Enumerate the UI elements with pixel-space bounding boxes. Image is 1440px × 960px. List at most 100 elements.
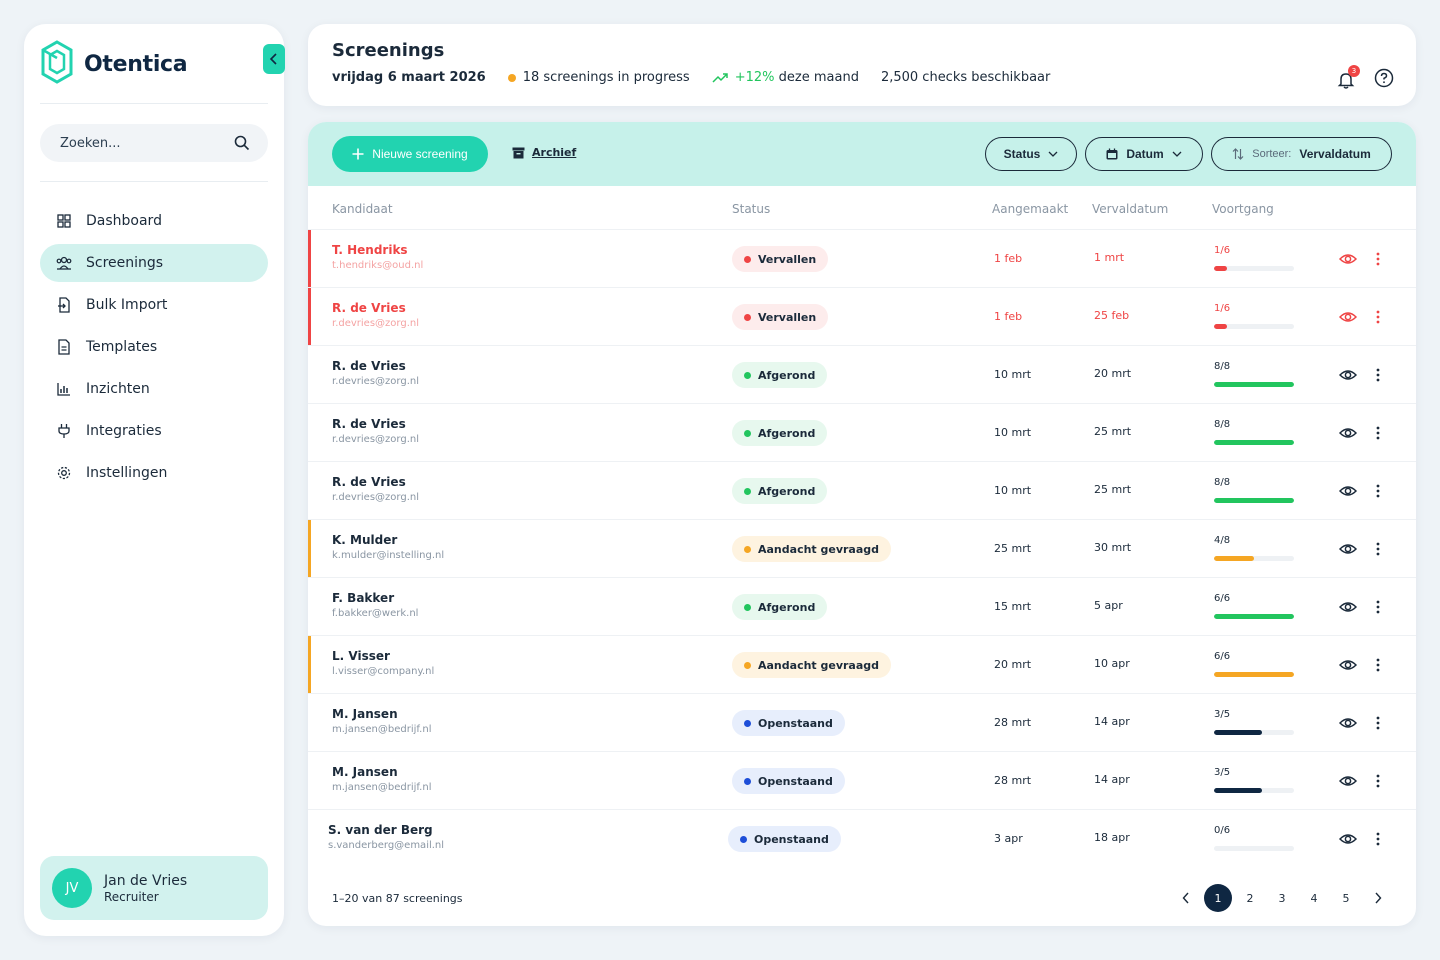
sidebar-item-dashboard[interactable]: Dashboard <box>40 202 268 240</box>
status-badge: Openstaand <box>732 710 845 736</box>
candidate-email: r.devries@zorg.nl <box>332 376 419 387</box>
help-button[interactable] <box>1374 68 1394 92</box>
table-row[interactable]: K. Mulder k.mulder@instelling.nl Aandacht … <box>308 519 1416 578</box>
candidate-name[interactable]: L. Visser <box>332 649 390 663</box>
progress-bar-fill <box>1214 266 1228 271</box>
progress-bar-fill <box>1214 440 1294 445</box>
page-button-4[interactable]: 4 <box>1300 884 1328 912</box>
candidate-name[interactable]: K. Mulder <box>332 533 397 547</box>
candidate-name[interactable]: F. Bakker <box>332 591 394 605</box>
page-button-2[interactable]: 2 <box>1236 884 1264 912</box>
sort-button[interactable]: Sorteer: Vervaldatum <box>1211 137 1392 171</box>
progress-bar <box>1214 440 1294 445</box>
more-actions-button[interactable] <box>1370 773 1386 789</box>
candidate-name[interactable]: S. van der Berg <box>328 823 433 837</box>
progress-bar <box>1214 498 1294 503</box>
sidebar-item-integraties[interactable]: Integraties <box>40 412 268 450</box>
user-profile-card[interactable]: JV Jan de Vries Recruiter <box>40 856 268 920</box>
more-actions-button[interactable] <box>1370 251 1386 267</box>
status-label: Vervallen <box>758 252 817 266</box>
more-actions-button[interactable] <box>1370 599 1386 615</box>
column-header-status[interactable]: Status <box>732 202 770 216</box>
more-actions-button[interactable] <box>1370 367 1386 383</box>
created-date: 20 mrt <box>994 658 1032 671</box>
due-date: 25 mrt <box>1094 425 1132 438</box>
eye-icon <box>1338 310 1358 329</box>
table-row[interactable]: T. Hendriks t.hendriks@oud.nl Vervallen 1 f… <box>308 229 1416 288</box>
more-actions-button[interactable] <box>1370 831 1386 847</box>
status-dot <box>740 835 747 843</box>
notifications-button[interactable]: 3 <box>1336 65 1360 90</box>
sidebar-item-inzichten[interactable]: Inzichten <box>40 370 268 408</box>
sidebar-item-instellingen[interactable]: Instellingen <box>40 454 268 492</box>
view-button[interactable] <box>1338 599 1358 615</box>
more-vertical-icon <box>1370 484 1386 503</box>
column-header-created[interactable]: Aangemaakt <box>992 202 1068 216</box>
in-progress-text: 18 screenings in progress <box>522 70 690 85</box>
more-actions-button[interactable] <box>1370 309 1386 325</box>
page-button-5[interactable]: 5 <box>1332 884 1360 912</box>
column-header-candidate[interactable]: Kandidaat <box>332 202 393 216</box>
page-button-1[interactable]: 1 <box>1204 884 1232 912</box>
table-row[interactable]: S. van der Berg s.vanderberg@email.nl Open… <box>308 809 1416 867</box>
more-actions-button[interactable] <box>1370 425 1386 441</box>
collapse-sidebar-button[interactable] <box>263 44 285 74</box>
previous-page-button[interactable] <box>1172 884 1200 912</box>
sidebar-item-templates[interactable]: Templates <box>40 328 268 366</box>
calendar-icon <box>1106 148 1118 160</box>
table-row[interactable]: M. Jansen m.jansen@bedrijf.nl Openstaand 28… <box>308 751 1416 809</box>
more-actions-button[interactable] <box>1370 715 1386 731</box>
view-button[interactable] <box>1338 425 1358 441</box>
column-header-progress[interactable]: Voortgang <box>1212 202 1274 216</box>
search-icon[interactable] <box>234 135 250 151</box>
view-button[interactable] <box>1338 483 1358 499</box>
view-button[interactable] <box>1338 715 1358 731</box>
progress-bar <box>1214 846 1294 851</box>
view-button[interactable] <box>1338 657 1358 673</box>
row-status-accent <box>308 520 311 578</box>
progress-text: 8/8 <box>1214 477 1231 488</box>
sidebar-item-bulk-import[interactable]: Bulk Import <box>40 286 268 324</box>
next-page-button[interactable] <box>1364 884 1392 912</box>
view-button[interactable] <box>1338 367 1358 383</box>
date-filter-button[interactable]: Datum <box>1085 137 1203 171</box>
candidate-name[interactable]: R. de Vries <box>332 359 406 373</box>
candidate-name[interactable]: M. Jansen <box>332 765 398 779</box>
view-button[interactable] <box>1338 251 1358 267</box>
page-button-3[interactable]: 3 <box>1268 884 1296 912</box>
table-row[interactable]: R. de Vries r.devries@zorg.nl Afgerond 10 m… <box>308 403 1416 461</box>
sidebar-item-screenings[interactable]: Screenings <box>40 244 268 282</box>
header-meta: vrijdag 6 maart 2026 18 screenings in pr… <box>332 70 1072 85</box>
created-date: 15 mrt <box>994 600 1032 613</box>
more-actions-button[interactable] <box>1370 657 1386 673</box>
table-row[interactable]: R. de Vries r.devries@zorg.nl Vervallen 1 f… <box>308 287 1416 346</box>
view-button[interactable] <box>1338 541 1358 557</box>
table-row[interactable]: M. Jansen m.jansen@bedrijf.nl Openstaand 28… <box>308 693 1416 751</box>
candidate-name[interactable]: T. Hendriks <box>332 243 408 257</box>
view-button[interactable] <box>1338 773 1358 789</box>
column-header-due[interactable]: Vervaldatum <box>1092 202 1168 216</box>
view-button[interactable] <box>1338 831 1358 847</box>
status-filter-button[interactable]: Status <box>985 137 1077 171</box>
candidate-name[interactable]: R. de Vries <box>332 475 406 489</box>
view-button[interactable] <box>1338 309 1358 325</box>
search-input[interactable] <box>60 135 210 151</box>
search-box[interactable] <box>40 124 268 162</box>
more-actions-button[interactable] <box>1370 483 1386 499</box>
status-badge: Openstaand <box>732 768 845 794</box>
candidate-name[interactable]: R. de Vries <box>332 301 406 315</box>
eye-icon <box>1338 484 1358 503</box>
new-screening-button[interactable]: Nieuwe screening <box>332 136 488 172</box>
more-vertical-icon <box>1370 774 1386 793</box>
table-row[interactable]: R. de Vries r.devries@zorg.nl Afgerond 10 m… <box>308 461 1416 519</box>
more-vertical-icon <box>1370 832 1386 851</box>
due-date: 30 mrt <box>1094 541 1132 554</box>
brand-logo[interactable]: Otentica <box>40 40 188 88</box>
candidate-name[interactable]: R. de Vries <box>332 417 406 431</box>
archive-link[interactable]: Archief <box>512 146 576 159</box>
candidate-name[interactable]: M. Jansen <box>332 707 398 721</box>
more-actions-button[interactable] <box>1370 541 1386 557</box>
table-row[interactable]: R. de Vries r.devries@zorg.nl Afgerond 10 m… <box>308 345 1416 403</box>
table-row[interactable]: L. Visser l.visser@company.nl Aandacht gev… <box>308 635 1416 694</box>
table-row[interactable]: F. Bakker f.bakker@werk.nl Afgerond 15 mrt 5… <box>308 577 1416 635</box>
